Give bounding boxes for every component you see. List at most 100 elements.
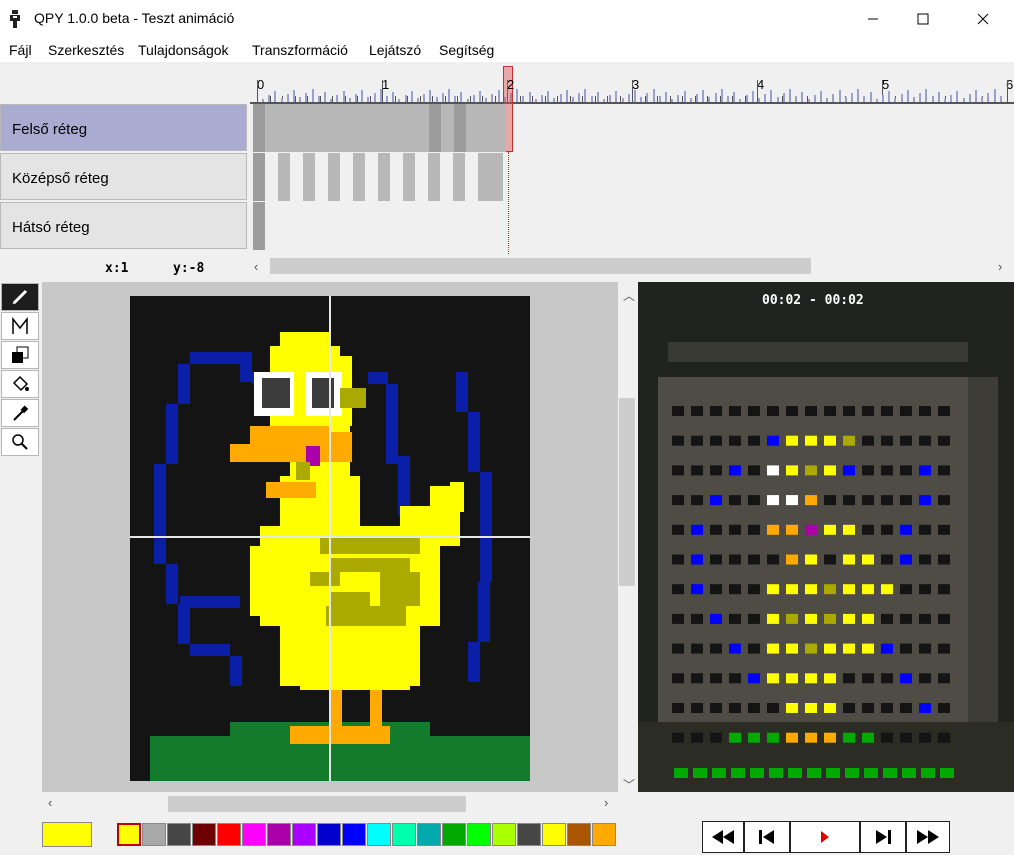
menu-player[interactable]: Lejátszó [369, 42, 421, 58]
ruler-label: 4 [757, 77, 765, 92]
frames-back-layer[interactable] [253, 202, 515, 250]
layer-middle[interactable]: Középső réteg [0, 153, 247, 200]
rewind-button[interactable] [702, 821, 744, 853]
frames-middle-layer[interactable] [253, 153, 515, 201]
ruler-audio-peak [696, 94, 698, 102]
frames-top-layer[interactable] [253, 104, 515, 152]
frame-cell[interactable] [403, 153, 415, 201]
frame-cell[interactable] [353, 153, 365, 201]
preview-time: 00:02 - 00:02 [762, 293, 864, 308]
palette-swatch[interactable] [442, 823, 466, 846]
ruler-audio-peak [404, 95, 407, 102]
palette-swatch[interactable] [342, 823, 366, 846]
ruler-audio-peak [491, 94, 494, 102]
preview-panel: 00:02 - 00:02 [638, 282, 1014, 792]
palette-swatch[interactable] [242, 823, 266, 846]
palette-swatch[interactable] [517, 823, 541, 846]
palette-swatch[interactable] [492, 823, 516, 846]
ruler-audio-peak [324, 92, 326, 102]
palette-swatch[interactable] [567, 823, 591, 846]
frame-cell[interactable] [428, 153, 440, 201]
ruler-audio-peak [547, 91, 550, 102]
frame-cell[interactable] [303, 153, 315, 201]
palette-swatch[interactable] [117, 823, 141, 846]
canvas-scroll-right-icon[interactable]: › [604, 795, 608, 810]
frame-cell[interactable] [453, 153, 465, 201]
timeline-scrollbar[interactable] [270, 258, 811, 274]
fill-tool[interactable] [1, 370, 39, 398]
palette-swatch[interactable] [267, 823, 291, 846]
frame-cell[interactable] [378, 153, 390, 201]
scroll-down-icon[interactable]: ﹀ [623, 776, 635, 793]
ruler-audio-peak [541, 95, 543, 102]
fast-forward-button[interactable] [906, 821, 950, 853]
prev-frame-button[interactable] [744, 821, 790, 853]
frame-cell[interactable] [466, 104, 506, 152]
ruler-audio-peak [379, 89, 382, 102]
canvas-scroll-left-icon[interactable]: ‹ [48, 795, 52, 810]
pencil-tool[interactable] [1, 283, 39, 311]
close-button[interactable] [960, 0, 1006, 38]
palette-swatch[interactable] [592, 823, 616, 846]
building-preview [638, 282, 1014, 792]
frame-cell[interactable] [454, 104, 466, 152]
ruler-audio-peak [274, 91, 277, 102]
menu-properties[interactable]: Tulajdonságok [138, 42, 229, 58]
minimize-button[interactable] [850, 0, 896, 38]
next-frame-button[interactable] [860, 821, 906, 853]
frame-cell[interactable] [278, 153, 290, 201]
frame-cell[interactable] [265, 104, 429, 152]
maximize-button[interactable] [900, 0, 946, 38]
palette-swatch[interactable] [392, 823, 416, 846]
ruler-label: 2 [507, 77, 515, 92]
ruler-audio-peak [472, 95, 475, 102]
scroll-right-icon[interactable]: › [998, 259, 1002, 274]
ruler-audio-peak [733, 92, 736, 102]
ruler-audio-peak [950, 95, 953, 102]
frame-cell[interactable] [441, 104, 454, 152]
canvas-vscrollbar[interactable] [619, 398, 635, 586]
pixel-canvas[interactable] [130, 296, 530, 781]
palette-swatch[interactable] [367, 823, 391, 846]
palette-swatch[interactable] [317, 823, 341, 846]
palette-swatch[interactable] [142, 823, 166, 846]
palette-swatch[interactable] [217, 823, 241, 846]
play-button[interactable] [790, 821, 860, 853]
layer-top[interactable]: Felső réteg [0, 104, 247, 151]
menu-transform[interactable]: Transzformáció [252, 42, 348, 58]
menu-help[interactable]: Segítség [439, 42, 494, 58]
ruler-audio-peak [813, 95, 816, 102]
scroll-left-icon[interactable]: ‹ [254, 259, 258, 274]
time-ruler[interactable]: 0 1 2 3 4 5 6 [250, 77, 1014, 102]
ruler-audio-peak [789, 89, 791, 102]
palette-swatch[interactable] [292, 823, 316, 846]
palette-swatch[interactable] [542, 823, 566, 846]
frame-cell[interactable] [478, 153, 503, 201]
layer-label: Középső réteg [12, 170, 109, 187]
frame-cell[interactable] [429, 104, 441, 152]
palette-swatch[interactable] [417, 823, 441, 846]
ruler-audio-peak [584, 89, 587, 102]
frame-cell[interactable] [253, 153, 265, 201]
maximize-icon [917, 13, 929, 25]
frame-cell[interactable] [253, 104, 265, 152]
ruler-audio-peak [559, 94, 562, 102]
polyline-tool[interactable] [1, 312, 39, 340]
menu-edit[interactable]: Szerkesztés [48, 42, 124, 58]
eyedropper-tool[interactable] [1, 399, 39, 427]
palette-swatch[interactable] [467, 823, 491, 846]
frame-cell[interactable] [328, 153, 340, 201]
cursor-y: y:-8 [173, 261, 205, 276]
frame-cell[interactable] [253, 202, 265, 250]
menu-file[interactable]: Fájl [9, 42, 32, 58]
palette-swatch[interactable] [192, 823, 216, 846]
palette-swatch[interactable] [167, 823, 191, 846]
canvas-hscrollbar[interactable] [168, 796, 466, 812]
timeline[interactable]: 0 1 2 3 4 5 6 [250, 62, 1014, 254]
current-color[interactable] [42, 822, 92, 847]
zoom-tool[interactable] [1, 428, 39, 456]
layer-back[interactable]: Hátsó réteg [0, 202, 247, 249]
scroll-up-icon[interactable]: ︿ [623, 287, 635, 304]
layer-copy-tool[interactable] [1, 341, 39, 369]
ruler-audio-peak [764, 94, 767, 102]
